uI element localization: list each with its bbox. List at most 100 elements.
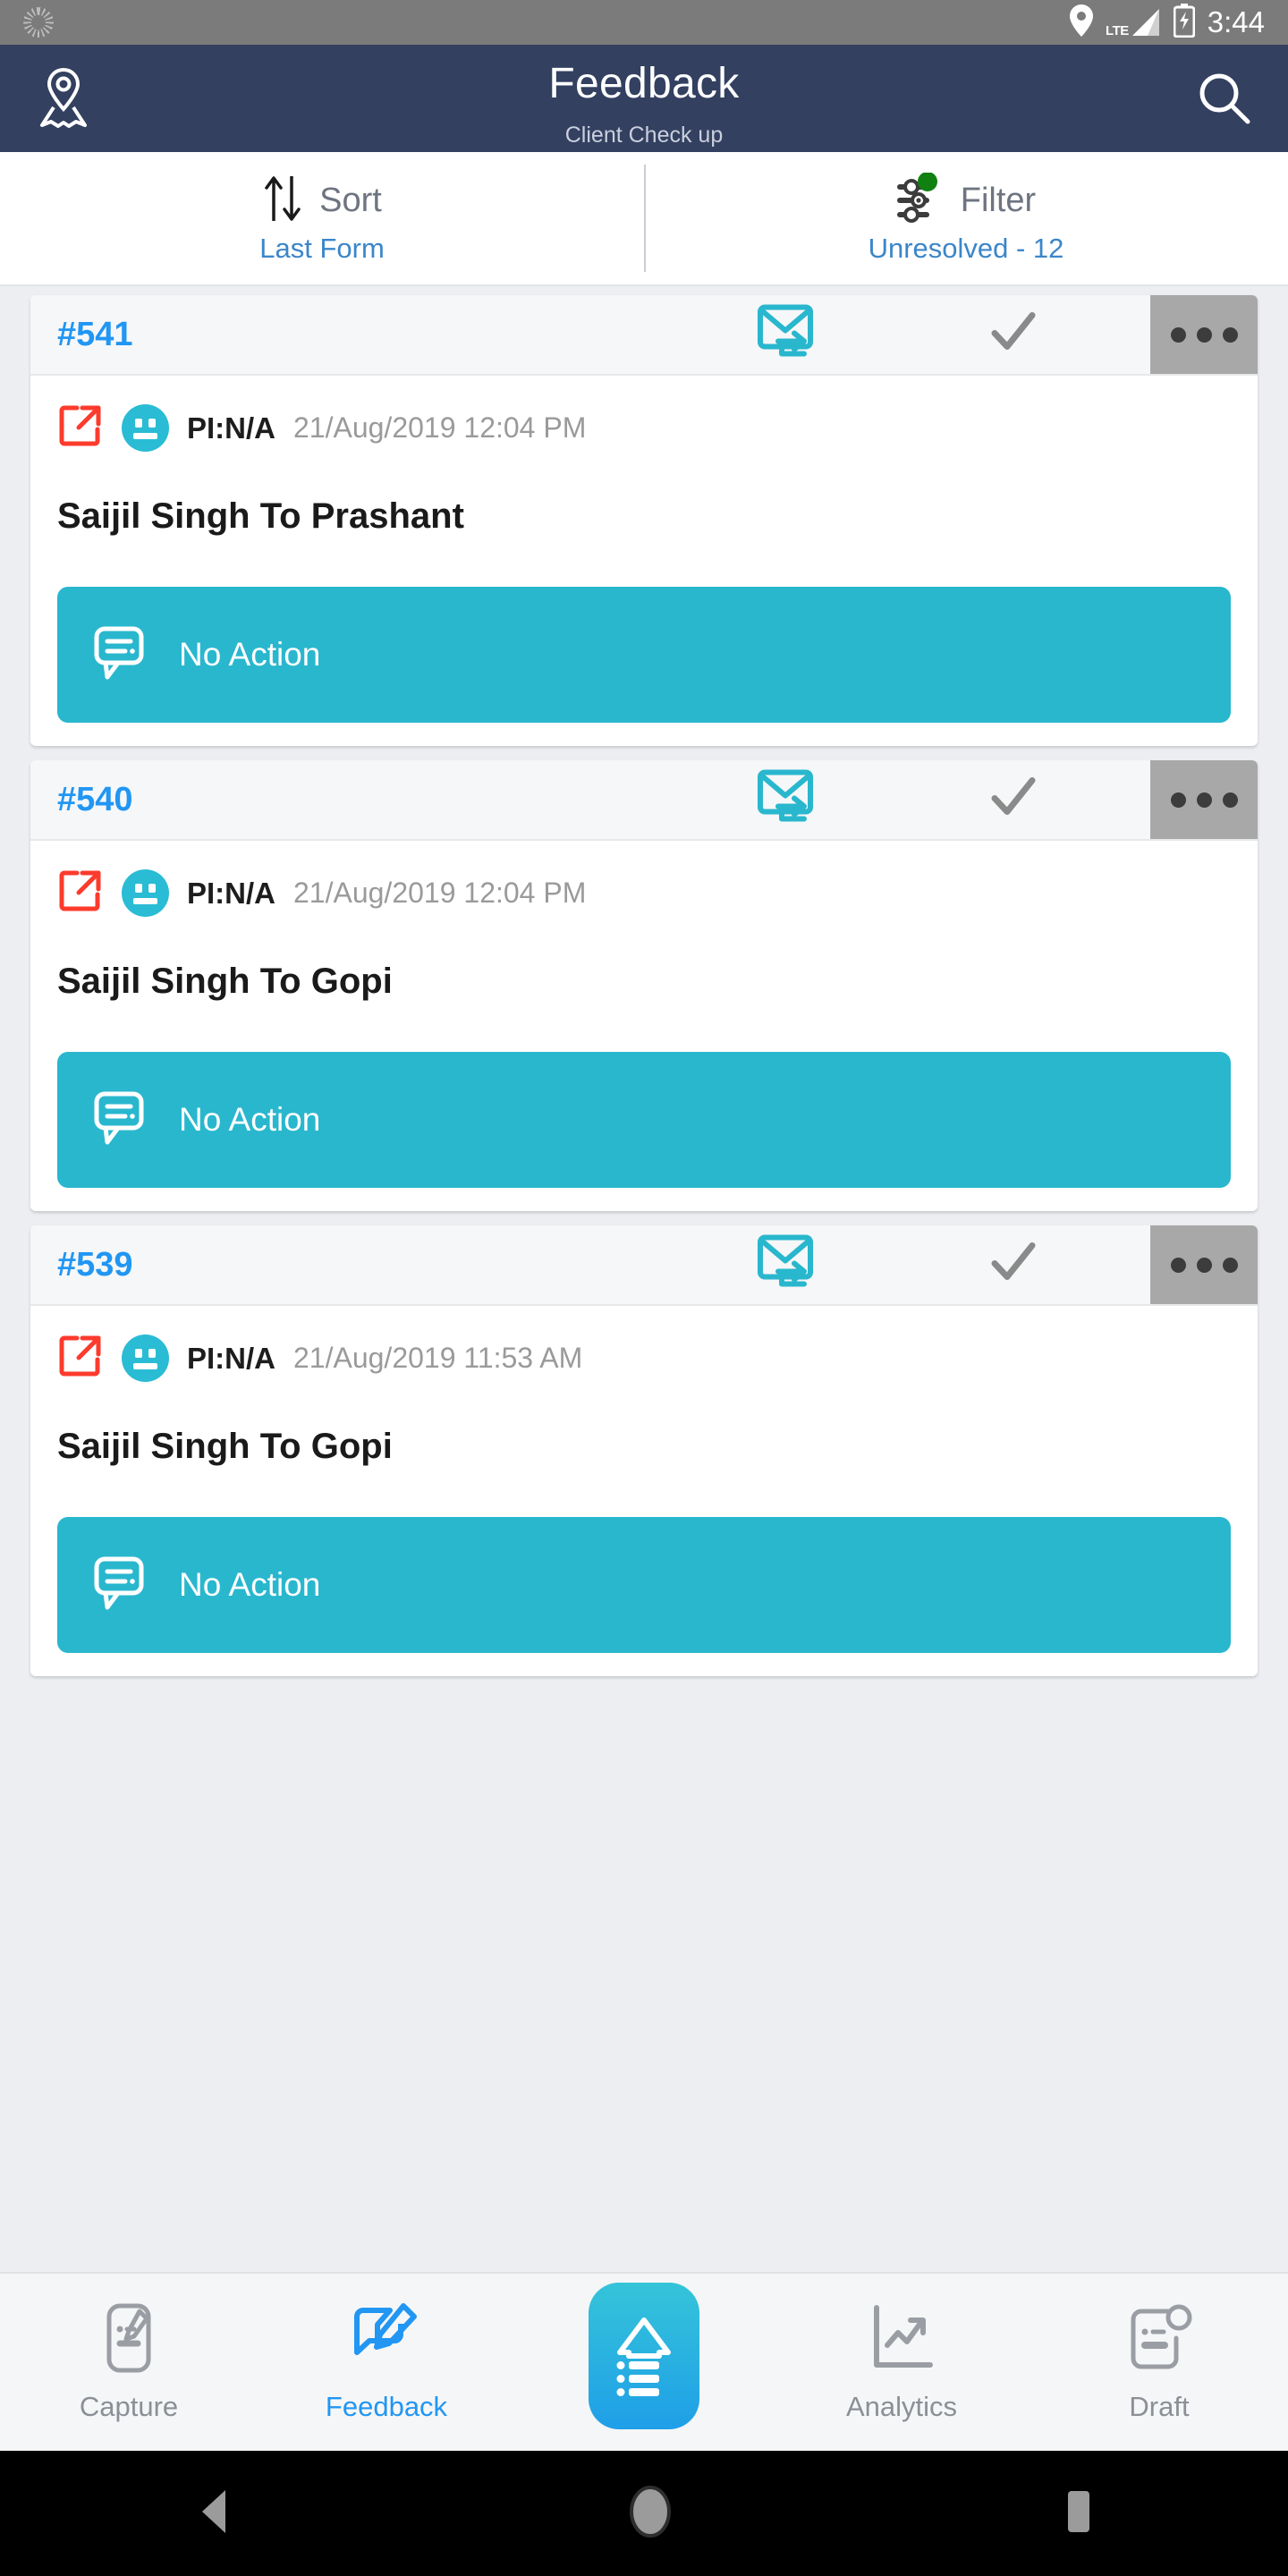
eye <box>135 419 142 428</box>
action-button[interactable]: No Action <box>57 1052 1231 1188</box>
mail-forward-icon[interactable] <box>755 1231 819 1300</box>
battery-charging-icon <box>1173 3 1196 42</box>
android-navigation-bar <box>0 2451 1288 2576</box>
status-bar-right: LTE 3:44 <box>1070 3 1265 42</box>
feedback-card[interactable]: #540 PI:N/A 21/Aug/2019 12:04 PM Saijil … <box>30 760 1258 1211</box>
eye <box>135 884 142 893</box>
neutral-face-icon <box>122 1335 169 1382</box>
timestamp: 21/Aug/2019 12:04 PM <box>293 411 587 444</box>
dot <box>1170 1257 1186 1273</box>
feedback-pencil-icon <box>350 2302 423 2378</box>
mouth <box>133 1363 157 1369</box>
dot <box>1196 792 1212 808</box>
filter-sliders-icon <box>896 171 946 229</box>
action-label: No Action <box>179 1566 321 1603</box>
check-icon[interactable] <box>987 307 1039 363</box>
sort-label: Sort <box>319 181 382 219</box>
status-bar: LTE 3:44 <box>0 0 1288 45</box>
card-header: #539 <box>30 1225 1258 1306</box>
mail-forward-icon[interactable] <box>755 301 819 369</box>
mail-forward-icon[interactable] <box>755 766 819 835</box>
nav-item-home[interactable] <box>515 2283 773 2442</box>
draft-doc-icon <box>1123 2302 1195 2378</box>
more-options-icon[interactable] <box>1150 295 1258 374</box>
nav-item-draft[interactable]: Draft <box>1030 2302 1288 2423</box>
dot <box>1222 326 1238 343</box>
external-link-icon[interactable] <box>57 868 104 919</box>
back-triangle-icon[interactable] <box>190 2485 242 2543</box>
card-header: #541 <box>30 295 1258 376</box>
external-link-icon[interactable] <box>57 402 104 453</box>
dot <box>1170 792 1186 808</box>
app-header: Feedback Client Check up <box>0 45 1288 152</box>
filter-value: Unresolved - 12 <box>868 232 1064 264</box>
search-icon[interactable] <box>1191 65 1258 131</box>
nav-item-capture[interactable]: Capture <box>0 2302 258 2423</box>
card-body: PI:N/A 21/Aug/2019 12:04 PM Saijil Singh… <box>30 841 1258 1211</box>
dot <box>1196 326 1212 343</box>
more-options-icon[interactable] <box>1150 1225 1258 1304</box>
pi-value: PI:N/A <box>187 1341 275 1375</box>
sort-filter-bar: Sort Last Form Filter Unresolved - 12 <box>0 152 1288 286</box>
check-icon[interactable] <box>987 1237 1039 1293</box>
timestamp: 21/Aug/2019 11:53 AM <box>293 1342 583 1374</box>
pi-value: PI:N/A <box>187 876 275 910</box>
comment-icon <box>91 1089 147 1152</box>
more-options-icon[interactable] <box>1150 760 1258 839</box>
person-name: Saijil Singh To Gopi <box>57 962 393 1001</box>
eye <box>148 884 156 893</box>
status-bar-left <box>23 7 54 38</box>
filter-label: Filter <box>960 181 1037 219</box>
card-id[interactable]: #541 <box>30 316 133 354</box>
nav-label-analytics: Analytics <box>845 2390 958 2422</box>
action-button[interactable]: No Action <box>57 1517 1231 1653</box>
recents-square-icon[interactable] <box>1059 2487 1098 2541</box>
action-label: No Action <box>179 636 321 673</box>
bottom-navigation: Capture Feedback Analytics Draft <box>0 2272 1288 2451</box>
dot <box>1196 1257 1212 1273</box>
neutral-face-icon <box>122 404 169 452</box>
app-root: LTE 3:44 Feedback Client Check up Sort L… <box>0 0 1288 2576</box>
clock-time: 3:44 <box>1207 5 1265 38</box>
home-circle-icon[interactable] <box>622 2481 679 2546</box>
sort-row: Sort <box>262 173 382 229</box>
card-meta-row: PI:N/A 21/Aug/2019 12:04 PM <box>57 868 1231 919</box>
dot <box>1170 326 1186 343</box>
feedback-card[interactable]: #539 PI:N/A 21/Aug/2019 11:53 AM Saijil … <box>30 1225 1258 1676</box>
check-icon[interactable] <box>987 772 1039 828</box>
card-body: PI:N/A 21/Aug/2019 11:53 AM Saijil Singh… <box>30 1306 1258 1676</box>
timestamp: 21/Aug/2019 12:04 PM <box>293 877 587 909</box>
feedback-card[interactable]: #541 PI:N/A 21/Aug/2019 12:04 PM Saijil … <box>30 295 1258 746</box>
nav-label-feedback: Feedback <box>325 2390 448 2422</box>
mouth <box>133 898 157 904</box>
filter-row: Filter <box>896 171 1037 229</box>
action-button[interactable]: No Action <box>57 587 1231 723</box>
card-id[interactable]: #540 <box>30 781 133 819</box>
action-label: No Action <box>179 1101 321 1138</box>
sync-spinner-icon <box>23 7 54 38</box>
page-subtitle: Client Check up <box>564 123 724 148</box>
comment-icon <box>91 623 147 687</box>
dot <box>1222 792 1238 808</box>
card-meta-row: PI:N/A 21/Aug/2019 11:53 AM <box>57 1333 1231 1384</box>
network-type-label: LTE <box>1106 23 1129 38</box>
home-list-icon <box>589 2283 699 2429</box>
nav-label-capture: Capture <box>79 2390 179 2422</box>
card-id[interactable]: #539 <box>30 1246 133 1284</box>
feedback-list[interactable]: #541 PI:N/A 21/Aug/2019 12:04 PM Saijil … <box>0 286 1288 2272</box>
eye <box>135 1349 142 1358</box>
person-name: Saijil Singh To Gopi <box>57 1427 393 1466</box>
pi-value: PI:N/A <box>187 411 275 445</box>
sort-button[interactable]: Sort Last Form <box>0 152 644 284</box>
signal-bars-icon: LTE <box>1106 7 1161 38</box>
map-pin-icon[interactable] <box>30 65 97 131</box>
filter-button[interactable]: Filter Unresolved - 12 <box>644 152 1288 284</box>
analytics-chart-icon <box>866 2302 937 2378</box>
sort-arrows-icon <box>262 173 305 229</box>
external-link-icon[interactable] <box>57 1333 104 1384</box>
nav-item-feedback[interactable]: Feedback <box>258 2302 515 2423</box>
nav-item-analytics[interactable]: Analytics <box>773 2302 1030 2423</box>
eye <box>148 419 156 428</box>
nav-label-draft: Draft <box>1129 2390 1190 2422</box>
capture-note-icon <box>95 2302 163 2378</box>
